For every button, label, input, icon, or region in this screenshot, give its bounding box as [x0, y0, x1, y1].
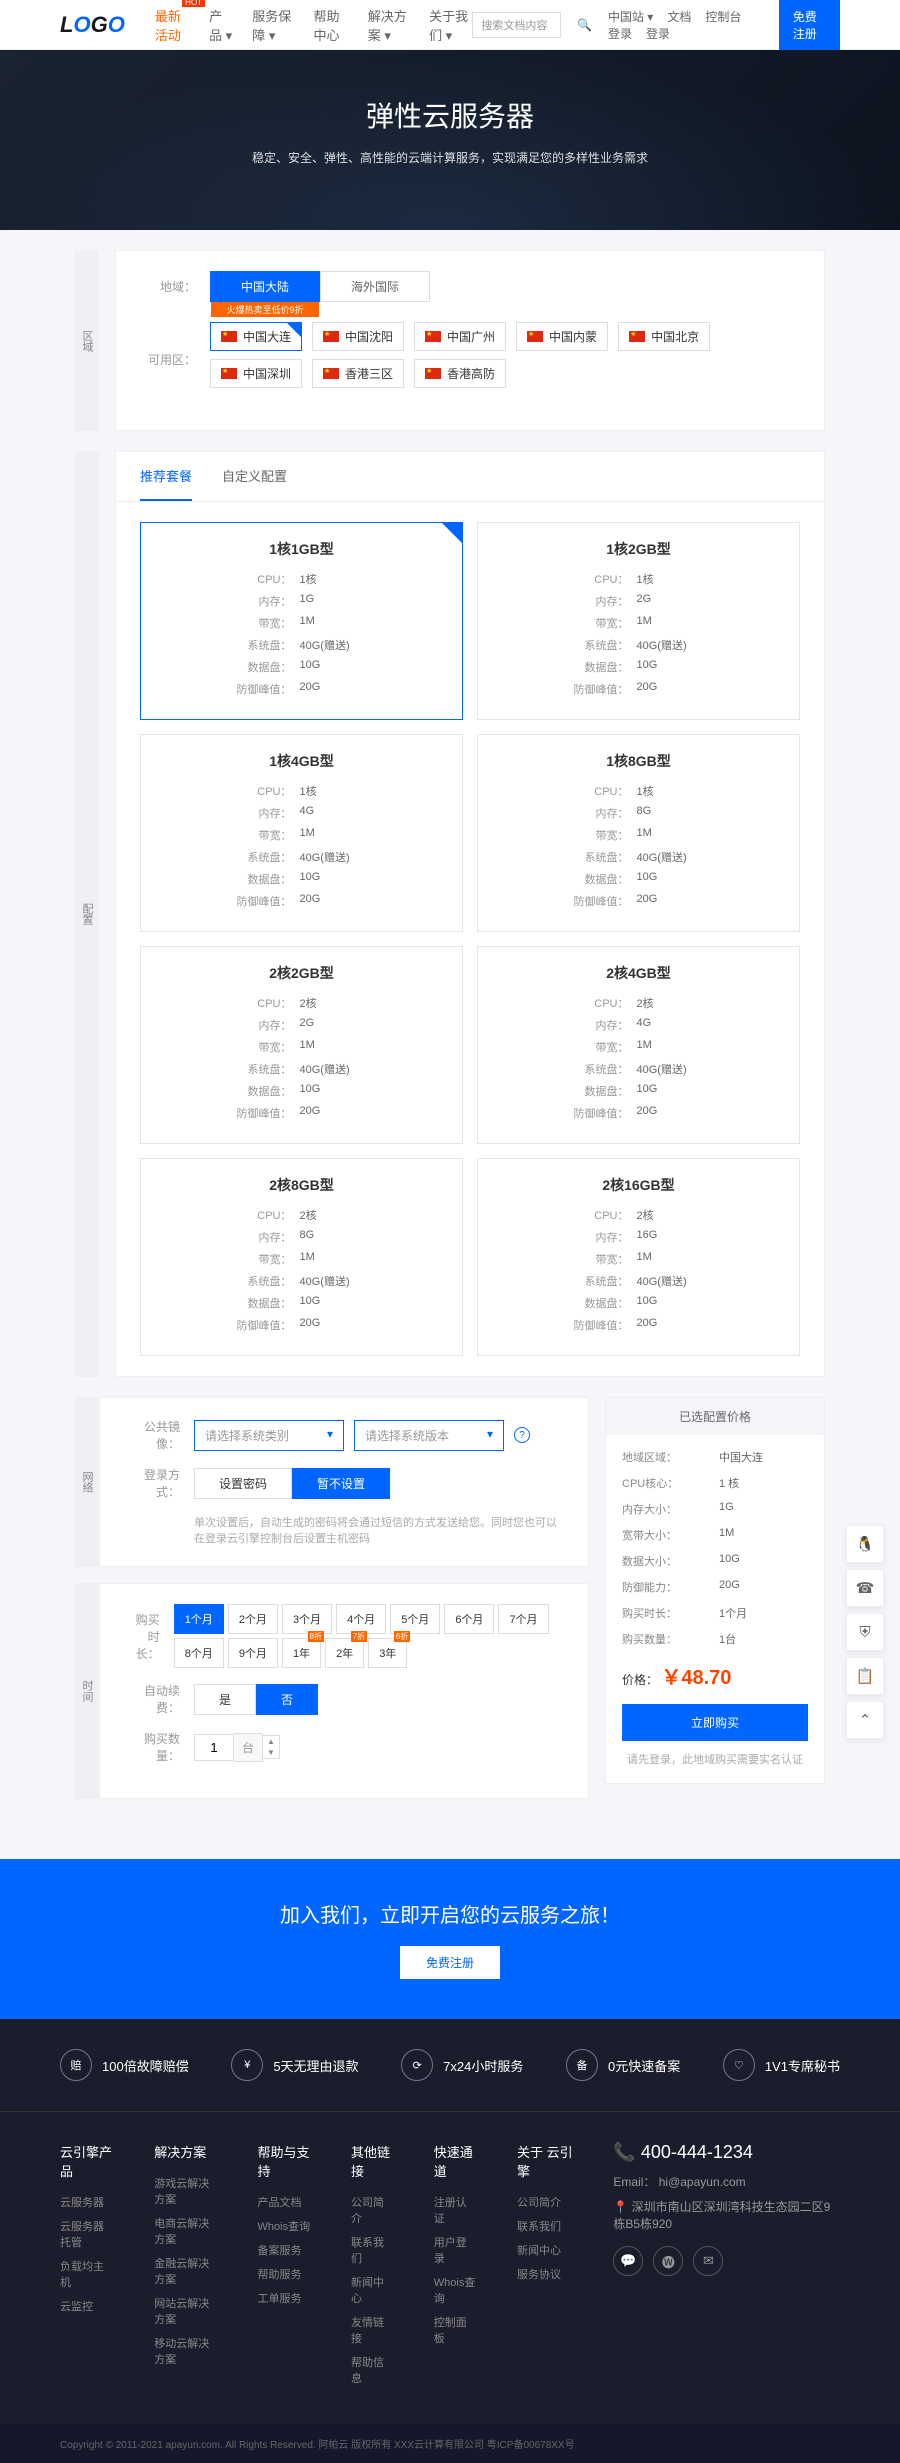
package-7[interactable]: 2核16GB型CPU：2核内存：16G带宽：1M系统盘：40G(赠送)数据盘：1… — [477, 1158, 800, 1356]
float-shield-icon[interactable]: ⛨ — [846, 1613, 884, 1651]
label-zone: 可用区： — [140, 351, 196, 368]
buy-button[interactable]: 立即购买 — [622, 1704, 808, 1741]
duration-0[interactable]: 1个月 — [174, 1604, 224, 1634]
label-mirror: 公共镜像： — [124, 1418, 180, 1452]
side-tab-cfg: 配置 — [75, 451, 99, 1377]
feature-2: ⟳7x24小时服务 — [401, 2049, 523, 2081]
region-2[interactable]: 中国广州 — [414, 322, 506, 351]
opt-set-pwd[interactable]: 设置密码 — [194, 1468, 292, 1499]
region-0[interactable]: 中国大连 — [210, 322, 302, 351]
region-5[interactable]: 中国深圳 — [210, 359, 302, 388]
qty-input[interactable] — [194, 1734, 234, 1761]
region-1[interactable]: 中国沈阳 — [312, 322, 404, 351]
help-icon[interactable]: ? — [514, 1427, 530, 1443]
duration-7[interactable]: 8个月 — [174, 1638, 224, 1668]
register-button[interactable]: 免费注册 — [779, 0, 840, 50]
duration-9[interactable]: 1年8折 — [282, 1638, 321, 1668]
duration-4[interactable]: 5个月 — [390, 1604, 440, 1634]
float-phone-icon[interactable]: ☎ — [846, 1569, 884, 1607]
side-tab-net: 网络 — [75, 1397, 99, 1567]
nav-item-4[interactable]: 解决方案 ▾ — [368, 6, 411, 44]
feature-1: ¥5天无理由退款 — [231, 2049, 358, 2081]
social-wechat-icon[interactable]: 💬 — [613, 2246, 643, 2276]
price-title: 已选配置价格 — [606, 1398, 824, 1435]
side-tab-time: 时间 — [75, 1583, 99, 1799]
logo[interactable]: LOGO — [60, 12, 125, 38]
float-qq-icon[interactable]: 🐧 — [846, 1525, 884, 1563]
package-0[interactable]: 1核1GB型CPU：1核内存：1G带宽：1M系统盘：40G(赠送)数据盘：10G… — [140, 522, 463, 720]
label-region: 地域： — [140, 278, 196, 295]
header-link-0[interactable]: 中国站 ▾ — [608, 10, 653, 24]
search-icon[interactable]: 🔍 — [577, 18, 592, 32]
header-link-1[interactable]: 文档 — [667, 10, 691, 24]
float-doc-icon[interactable]: 📋 — [846, 1657, 884, 1695]
page-title: 弹性云服务器 — [0, 95, 900, 135]
feature-0: 赔100倍故障赔偿 — [60, 2049, 189, 2081]
region-3[interactable]: 中国内蒙 — [516, 322, 608, 351]
nav-item-1[interactable]: 产品 ▾ — [209, 6, 234, 44]
header-link-3[interactable]: 登录 — [608, 27, 632, 41]
contact-addr: 📍 深圳市南山区深圳湾科技生态园二区9栋B5栋920 — [613, 2198, 840, 2232]
label-qty: 购买数量： — [124, 1730, 180, 1764]
copyright: Copyright © 2011-2021 apayun.com. All Ri… — [0, 2424, 900, 2463]
qty-down[interactable]: ▼ — [263, 1747, 279, 1758]
qty-unit: 台 — [234, 1733, 263, 1762]
feature-4: ♡1V1专席秘书 — [723, 2049, 840, 2081]
header-link-4[interactable]: 登录 — [646, 27, 670, 41]
nav-item-0[interactable]: 最新活动HOT — [155, 6, 191, 44]
tab-overseas[interactable]: 海外国际 — [320, 271, 430, 302]
package-3[interactable]: 1核8GB型CPU：1核内存：8G带宽：1M系统盘：40G(赠送)数据盘：10G… — [477, 734, 800, 932]
contact-phone: 📞 400-444-1234 — [613, 2142, 840, 2163]
label-duration: 购买时长： — [124, 1611, 160, 1662]
label-login: 登录方式： — [124, 1466, 180, 1500]
social-weibo-icon[interactable]: 🅦 — [653, 2246, 683, 2276]
cta-title: 加入我们，立即开启您的云服务之旅！ — [40, 1899, 860, 1928]
nav-item-5[interactable]: 关于我们 ▾ — [429, 6, 472, 44]
select-os-type[interactable]: 请选择系统类别 — [194, 1420, 344, 1451]
package-5[interactable]: 2核4GB型CPU：2核内存：4G带宽：1M系统盘：40G(赠送)数据盘：10G… — [477, 946, 800, 1144]
package-6[interactable]: 2核8GB型CPU：2核内存：8G带宽：1M系统盘：40G(赠送)数据盘：10G… — [140, 1158, 463, 1356]
price-amount: ￥48.70 — [661, 1667, 731, 1689]
price-note: 请先登录，此地域购买需要实名认证 — [622, 1751, 808, 1767]
nav-item-3[interactable]: 帮助中心 — [314, 6, 350, 44]
auto-no[interactable]: 否 — [256, 1684, 318, 1715]
region-6[interactable]: 香港三区 — [312, 359, 404, 388]
duration-5[interactable]: 6个月 — [444, 1604, 494, 1634]
package-2[interactable]: 1核4GB型CPU：1核内存：4G带宽：1M系统盘：40G(赠送)数据盘：10G… — [140, 734, 463, 932]
tab-recommend[interactable]: 推荐套餐 — [140, 452, 192, 501]
region-7[interactable]: 香港高防 — [414, 359, 506, 388]
social-mail-icon[interactable]: ✉ — [693, 2246, 723, 2276]
tab-custom[interactable]: 自定义配置 — [222, 452, 287, 501]
duration-3[interactable]: 4个月 — [336, 1604, 386, 1634]
opt-no-pwd[interactable]: 暂不设置 — [292, 1468, 390, 1499]
header-link-2[interactable]: 控制台 — [705, 10, 741, 24]
price-label: 价格： — [622, 1673, 658, 1687]
duration-8[interactable]: 9个月 — [228, 1638, 278, 1668]
label-autorenew: 自动续费： — [124, 1682, 180, 1716]
duration-10[interactable]: 2年7折 — [325, 1638, 364, 1668]
auto-yes[interactable]: 是 — [194, 1684, 256, 1715]
select-os-ver[interactable]: 请选择系统版本 — [354, 1420, 504, 1451]
duration-6[interactable]: 7个月 — [498, 1604, 548, 1634]
search-input[interactable]: 搜索文档内容 — [472, 12, 561, 38]
duration-1[interactable]: 2个月 — [228, 1604, 278, 1634]
tab-mainland[interactable]: 中国大陆火爆热卖至低价9折 — [210, 271, 320, 302]
duration-11[interactable]: 3年6折 — [368, 1638, 407, 1668]
region-4[interactable]: 中国北京 — [618, 322, 710, 351]
duration-2[interactable]: 3个月 — [282, 1604, 332, 1634]
cta-register[interactable]: 免费注册 — [400, 1946, 500, 1979]
pwd-hint: 单次设置后，自动生成的密码将会通过短信的方式发送给您。同时您也可以在登录云引擎控… — [194, 1514, 564, 1546]
feature-3: 备0元快速备案 — [566, 2049, 680, 2081]
nav-item-2[interactable]: 服务保障 ▾ — [252, 6, 295, 44]
package-1[interactable]: 1核2GB型CPU：1核内存：2G带宽：1M系统盘：40G(赠送)数据盘：10G… — [477, 522, 800, 720]
page-subtitle: 稳定、安全、弹性、高性能的云端计算服务，实现满足您的多样性业务需求 — [0, 149, 900, 166]
float-top-icon[interactable]: ⌃ — [846, 1701, 884, 1739]
contact-email: Email： hi@apayun.com — [613, 2173, 840, 2190]
side-tab-area: 区域 — [75, 250, 99, 431]
package-4[interactable]: 2核2GB型CPU：2核内存：2G带宽：1M系统盘：40G(赠送)数据盘：10G… — [140, 946, 463, 1144]
qty-up[interactable]: ▲ — [263, 1736, 279, 1747]
